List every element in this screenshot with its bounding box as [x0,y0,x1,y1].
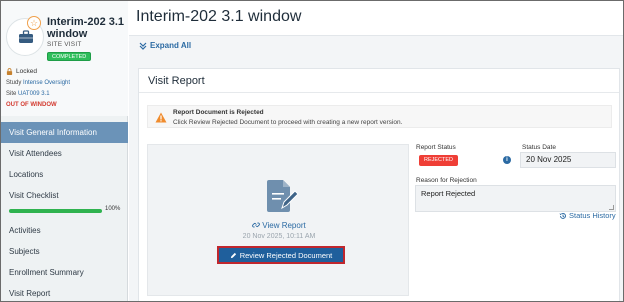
reason-text: Report Rejected [421,189,476,198]
warning-icon [155,112,167,123]
out-of-window-status: OUT OF WINDOW [6,102,57,108]
nav-item-visit-attendees[interactable]: Visit Attendees [1,143,128,164]
locked-indicator: Locked [6,68,37,75]
page-title: Interim-202 3.1 window [136,8,302,25]
completed-status-badge: COMPLETED [47,52,92,61]
site-label: Site [6,91,17,97]
review-rejected-document-button[interactable]: Review Rejected Document [217,246,345,264]
visit-type: SITE VISIT [47,41,82,48]
expand-all-label: Expand All [150,41,192,50]
report-status-label: Report Status [416,144,456,151]
page-header: Interim-202 3.1 window [129,1,623,36]
star-icon: ☆ [27,16,41,30]
resize-handle[interactable] [609,205,614,210]
view-report-link[interactable]: View Report [148,221,410,230]
report-date: 20 Nov 2025, 10:11 AM [242,233,316,240]
review-button-label: Review Rejected Document [239,250,333,260]
visit-report-panel: Visit Report Report Document is Rejected… [138,68,620,301]
nav-item-locations[interactable]: Locations [1,164,128,185]
sidebar: ☆ Interim-202 3.1 window SITE VISIT COMP… [1,1,128,301]
link-icon [252,222,261,228]
reason-for-rejection-field[interactable]: Report Rejected [415,185,616,212]
visit-title: Interim-202 3.1 window [47,16,125,40]
study-row: Study Intense Oversight [6,80,70,86]
report-status-badge: REJECTED [419,155,459,166]
nav-item-visit-report[interactable]: Visit Report [1,283,128,301]
status-history-label: Status History [569,211,616,220]
visit-sections-nav: Visit General Information Visit Attendee… [1,122,128,301]
alert-message: Click Review Rejected Document to procee… [173,119,403,126]
history-icon [559,212,566,219]
section-title: Visit Report [148,75,205,87]
checklist-progress-label: 100% [105,206,121,212]
expand-all-button[interactable]: Expand All [139,41,191,50]
report-document-area: View Report 20 Nov 2025, 10:11 AM Review… [147,144,409,296]
locked-label: Locked [16,68,37,75]
nav-item-activities[interactable]: Activities [1,220,128,241]
divider [139,92,619,93]
info-icon[interactable]: i [503,156,511,164]
rejection-alert: Report Document is Rejected Click Review… [147,105,612,128]
study-label: Study [6,80,22,86]
document-edit-icon [267,180,299,212]
nav-item-subjects[interactable]: Subjects [1,241,128,262]
nav-item-visit-general-information[interactable]: Visit General Information [1,122,128,143]
site-row: Site UAT009 3.1 [6,91,50,97]
briefcase-icon [19,30,33,43]
status-date-field: 20 Nov 2025 [520,152,616,168]
alert-title: Report Document is Rejected [173,109,264,116]
reason-for-rejection-label: Reason for Rejection [416,177,477,184]
chevrons-down-icon [139,42,147,50]
nav-item-enrollment-summary[interactable]: Enrollment Summary [1,262,128,283]
checklist-progress-bar [9,209,102,213]
status-history-link[interactable]: Status History [559,211,616,220]
app-window: ☆ Interim-202 3.1 window SITE VISIT COMP… [0,0,624,302]
view-report-label: View Report [262,221,306,230]
nav-item-visit-checklist[interactable]: Visit Checklist [1,185,128,206]
main-content: Interim-202 3.1 window Expand All Visit … [129,1,623,301]
pencil-icon [230,252,236,258]
study-value[interactable]: Intense Oversight [23,80,70,86]
lock-icon [6,68,13,75]
visit-summary-card: ☆ Interim-202 3.1 window SITE VISIT COMP… [1,1,128,116]
status-date-label: Status Date [522,144,556,151]
site-value[interactable]: UAT009 3.1 [18,91,50,97]
